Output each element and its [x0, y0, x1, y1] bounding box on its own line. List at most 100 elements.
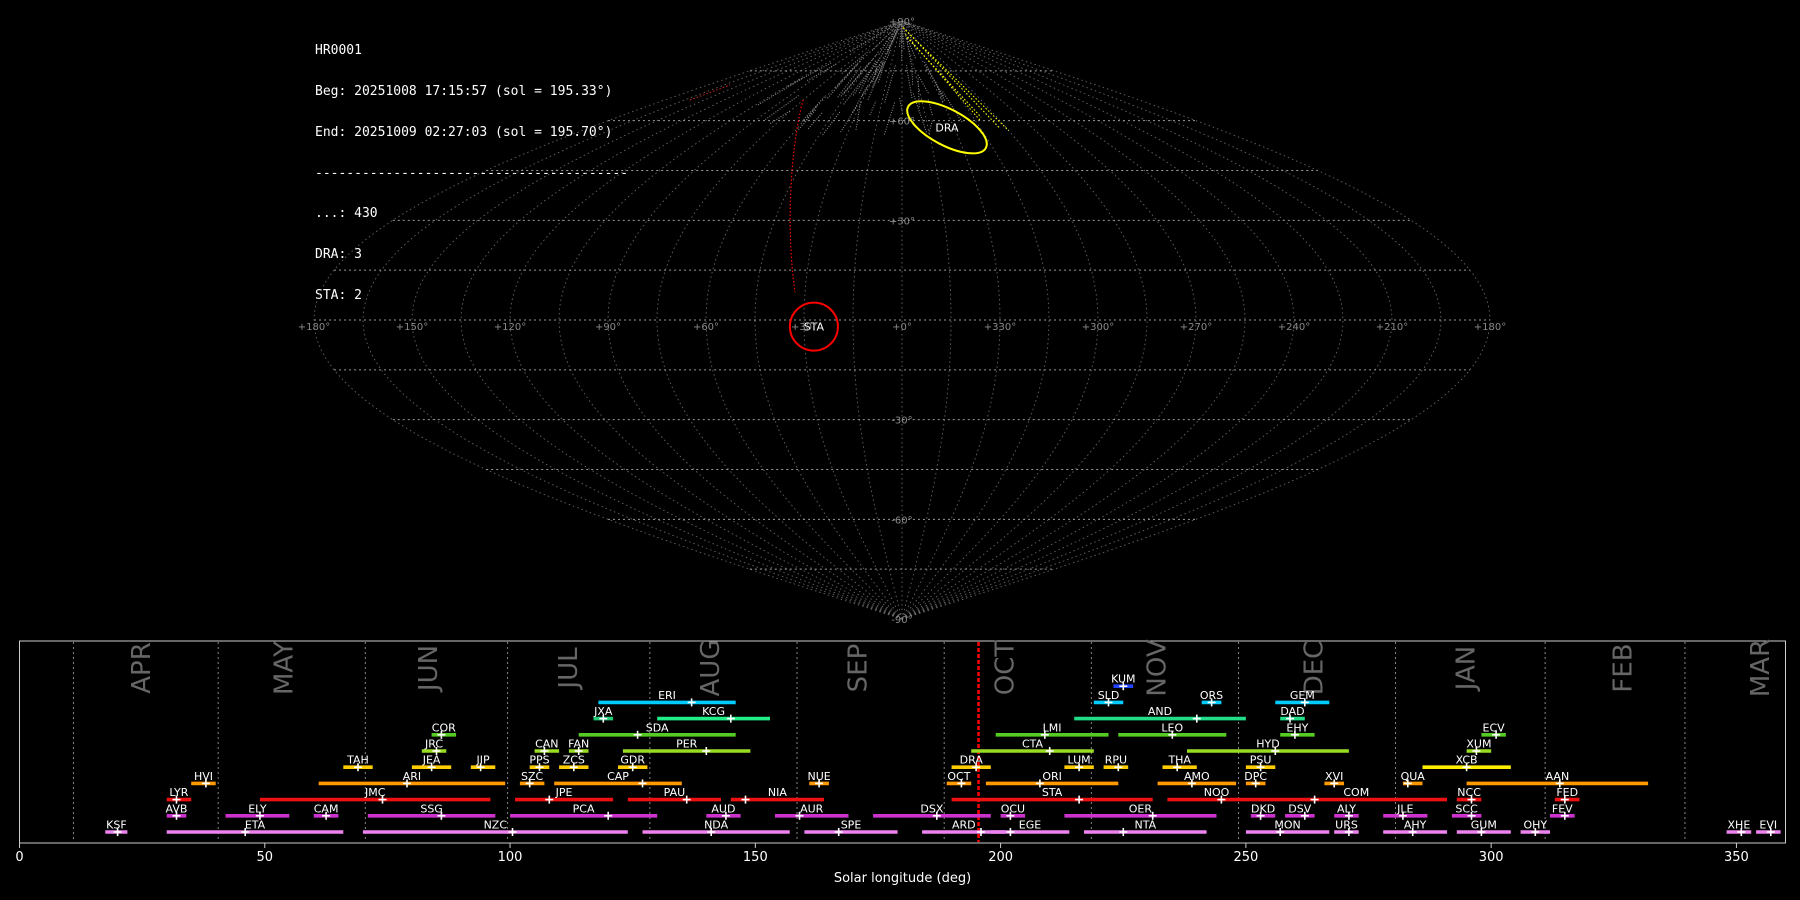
shower-label: DAD — [1280, 705, 1304, 718]
shower-sda: SDA — [578, 721, 736, 739]
shower-ege: EGE — [990, 819, 1070, 836]
month-label: FEB — [1609, 643, 1639, 692]
shower-xcb: XCB — [1422, 754, 1511, 772]
shower-ori: ORI — [985, 770, 1119, 788]
shower-label: FEV — [1552, 802, 1573, 815]
shower-pca: PCA — [510, 802, 658, 820]
shower-label: COM — [1343, 786, 1369, 799]
shower-label: KSF — [106, 819, 127, 832]
shower-hvi: HVI — [191, 770, 216, 788]
shower-label: DSX — [920, 802, 943, 815]
shower-xvi: XVI — [1324, 770, 1344, 788]
shower-dad: DAD — [1280, 705, 1305, 723]
shower-label: DKD — [1251, 802, 1275, 815]
shower-label: NIA — [768, 786, 787, 799]
shower-label: KCG — [702, 705, 725, 718]
shower-tha: THA — [1162, 754, 1197, 772]
x-tick-label: 250 — [1233, 850, 1258, 865]
shower-gdr: GDR — [618, 754, 648, 772]
shower-ncc: NCC — [1456, 786, 1482, 804]
shower-evi: EVI — [1756, 819, 1781, 836]
shower-label: SPE — [841, 819, 862, 832]
shower-label: AHY — [1404, 819, 1427, 832]
shower-qua: QUA — [1401, 770, 1425, 788]
shower-label: CAP — [607, 770, 629, 783]
shower-jxa: JXA — [593, 705, 614, 723]
shower-label: PER — [676, 738, 698, 751]
shower-kum: KUM — [1111, 673, 1136, 691]
shower-and: AND — [1074, 705, 1246, 723]
shower-xum: XUM — [1466, 738, 1491, 755]
shower-lum: LUM — [1064, 754, 1094, 772]
shower-can: CAN — [534, 738, 560, 755]
shower-label: PSU — [1250, 754, 1272, 767]
shower-label: XVI — [1325, 770, 1343, 783]
shower-label: PCA — [573, 802, 595, 815]
shower-fan: FAN — [568, 738, 589, 755]
shower-label: PPS — [529, 754, 549, 767]
shower-aly: ALY — [1334, 802, 1359, 820]
shower-label: THA — [1167, 754, 1191, 767]
x-tick-label: 50 — [257, 850, 274, 865]
month-label: NOV — [1143, 639, 1173, 696]
shower-dsx: DSX — [873, 802, 991, 820]
shower-label: LEO — [1161, 721, 1183, 734]
shower-label: CAN — [535, 738, 558, 751]
shower-label: STA — [1042, 786, 1063, 799]
shower-label: JIP — [476, 754, 490, 767]
shower-label: GEM — [1290, 689, 1315, 702]
month-label: MAY — [269, 641, 299, 695]
shower-label: XUM — [1466, 738, 1491, 751]
shower-label: HYD — [1256, 738, 1279, 751]
shower-label: ERI — [658, 689, 676, 702]
shower-label: NCC — [1457, 786, 1481, 799]
shower-cap: CAP — [554, 770, 682, 788]
shower-label: OCT — [947, 770, 970, 783]
shower-label: URS — [1335, 819, 1358, 832]
shower-aur: AUR — [775, 802, 849, 820]
shower-cor: COR — [431, 721, 456, 739]
shower-label: SSG — [420, 802, 443, 815]
shower-cta: CTA — [971, 738, 1094, 755]
shower-label: ECV — [1483, 721, 1506, 734]
shower-label: CTA — [1022, 738, 1044, 751]
shower-label: DPC — [1244, 770, 1267, 783]
shower-ahy: AHY — [1383, 819, 1447, 836]
shower-gum: GUM — [1456, 819, 1511, 836]
month-label: MAR — [1746, 639, 1776, 697]
shower-lyr: LYR — [166, 786, 192, 804]
shower-pau: PAU — [627, 786, 721, 804]
shower-label: FAN — [568, 738, 589, 751]
shower-avb: AVB — [166, 802, 187, 820]
shower-label: DSV — [1288, 802, 1311, 815]
shower-cam: CAM — [314, 802, 338, 820]
shower-dpc: DPC — [1244, 770, 1267, 788]
shower-jrc: JRC — [421, 738, 447, 755]
x-tick-label: 150 — [743, 850, 768, 865]
shower-dra: DRA — [951, 754, 991, 772]
shower-jmc: JMC — [259, 786, 491, 804]
shower-label: FED — [1556, 786, 1578, 799]
month-label: JUN — [414, 645, 444, 693]
shower-com: COM — [1265, 786, 1447, 804]
shower-label: JMC — [364, 786, 386, 799]
shower-dsv: DSV — [1285, 802, 1315, 820]
shower-ely: ELY — [225, 802, 290, 820]
shower-label: ELY — [248, 802, 267, 815]
shower-label: AND — [1148, 705, 1172, 718]
shower-label: AUD — [711, 802, 735, 815]
shower-zcs: ZCS — [559, 754, 589, 772]
shower-rpu: RPU — [1103, 754, 1129, 772]
shower-jip: JIP — [470, 754, 496, 772]
shower-label: RPU — [1105, 754, 1127, 767]
shower-sta: STA — [951, 786, 1153, 804]
shower-label: SLD — [1098, 689, 1120, 702]
shower-nue: NUE — [807, 770, 831, 788]
shower-ohy: OHY — [1520, 819, 1550, 836]
shower-oct: OCT — [946, 770, 972, 788]
shower-label: SCC — [1455, 802, 1478, 815]
shower-label: TAH — [346, 754, 369, 767]
shower-label: ARI — [403, 770, 421, 783]
shower-leo: LEO — [1118, 721, 1227, 739]
shower-nia: NIA — [730, 786, 824, 804]
